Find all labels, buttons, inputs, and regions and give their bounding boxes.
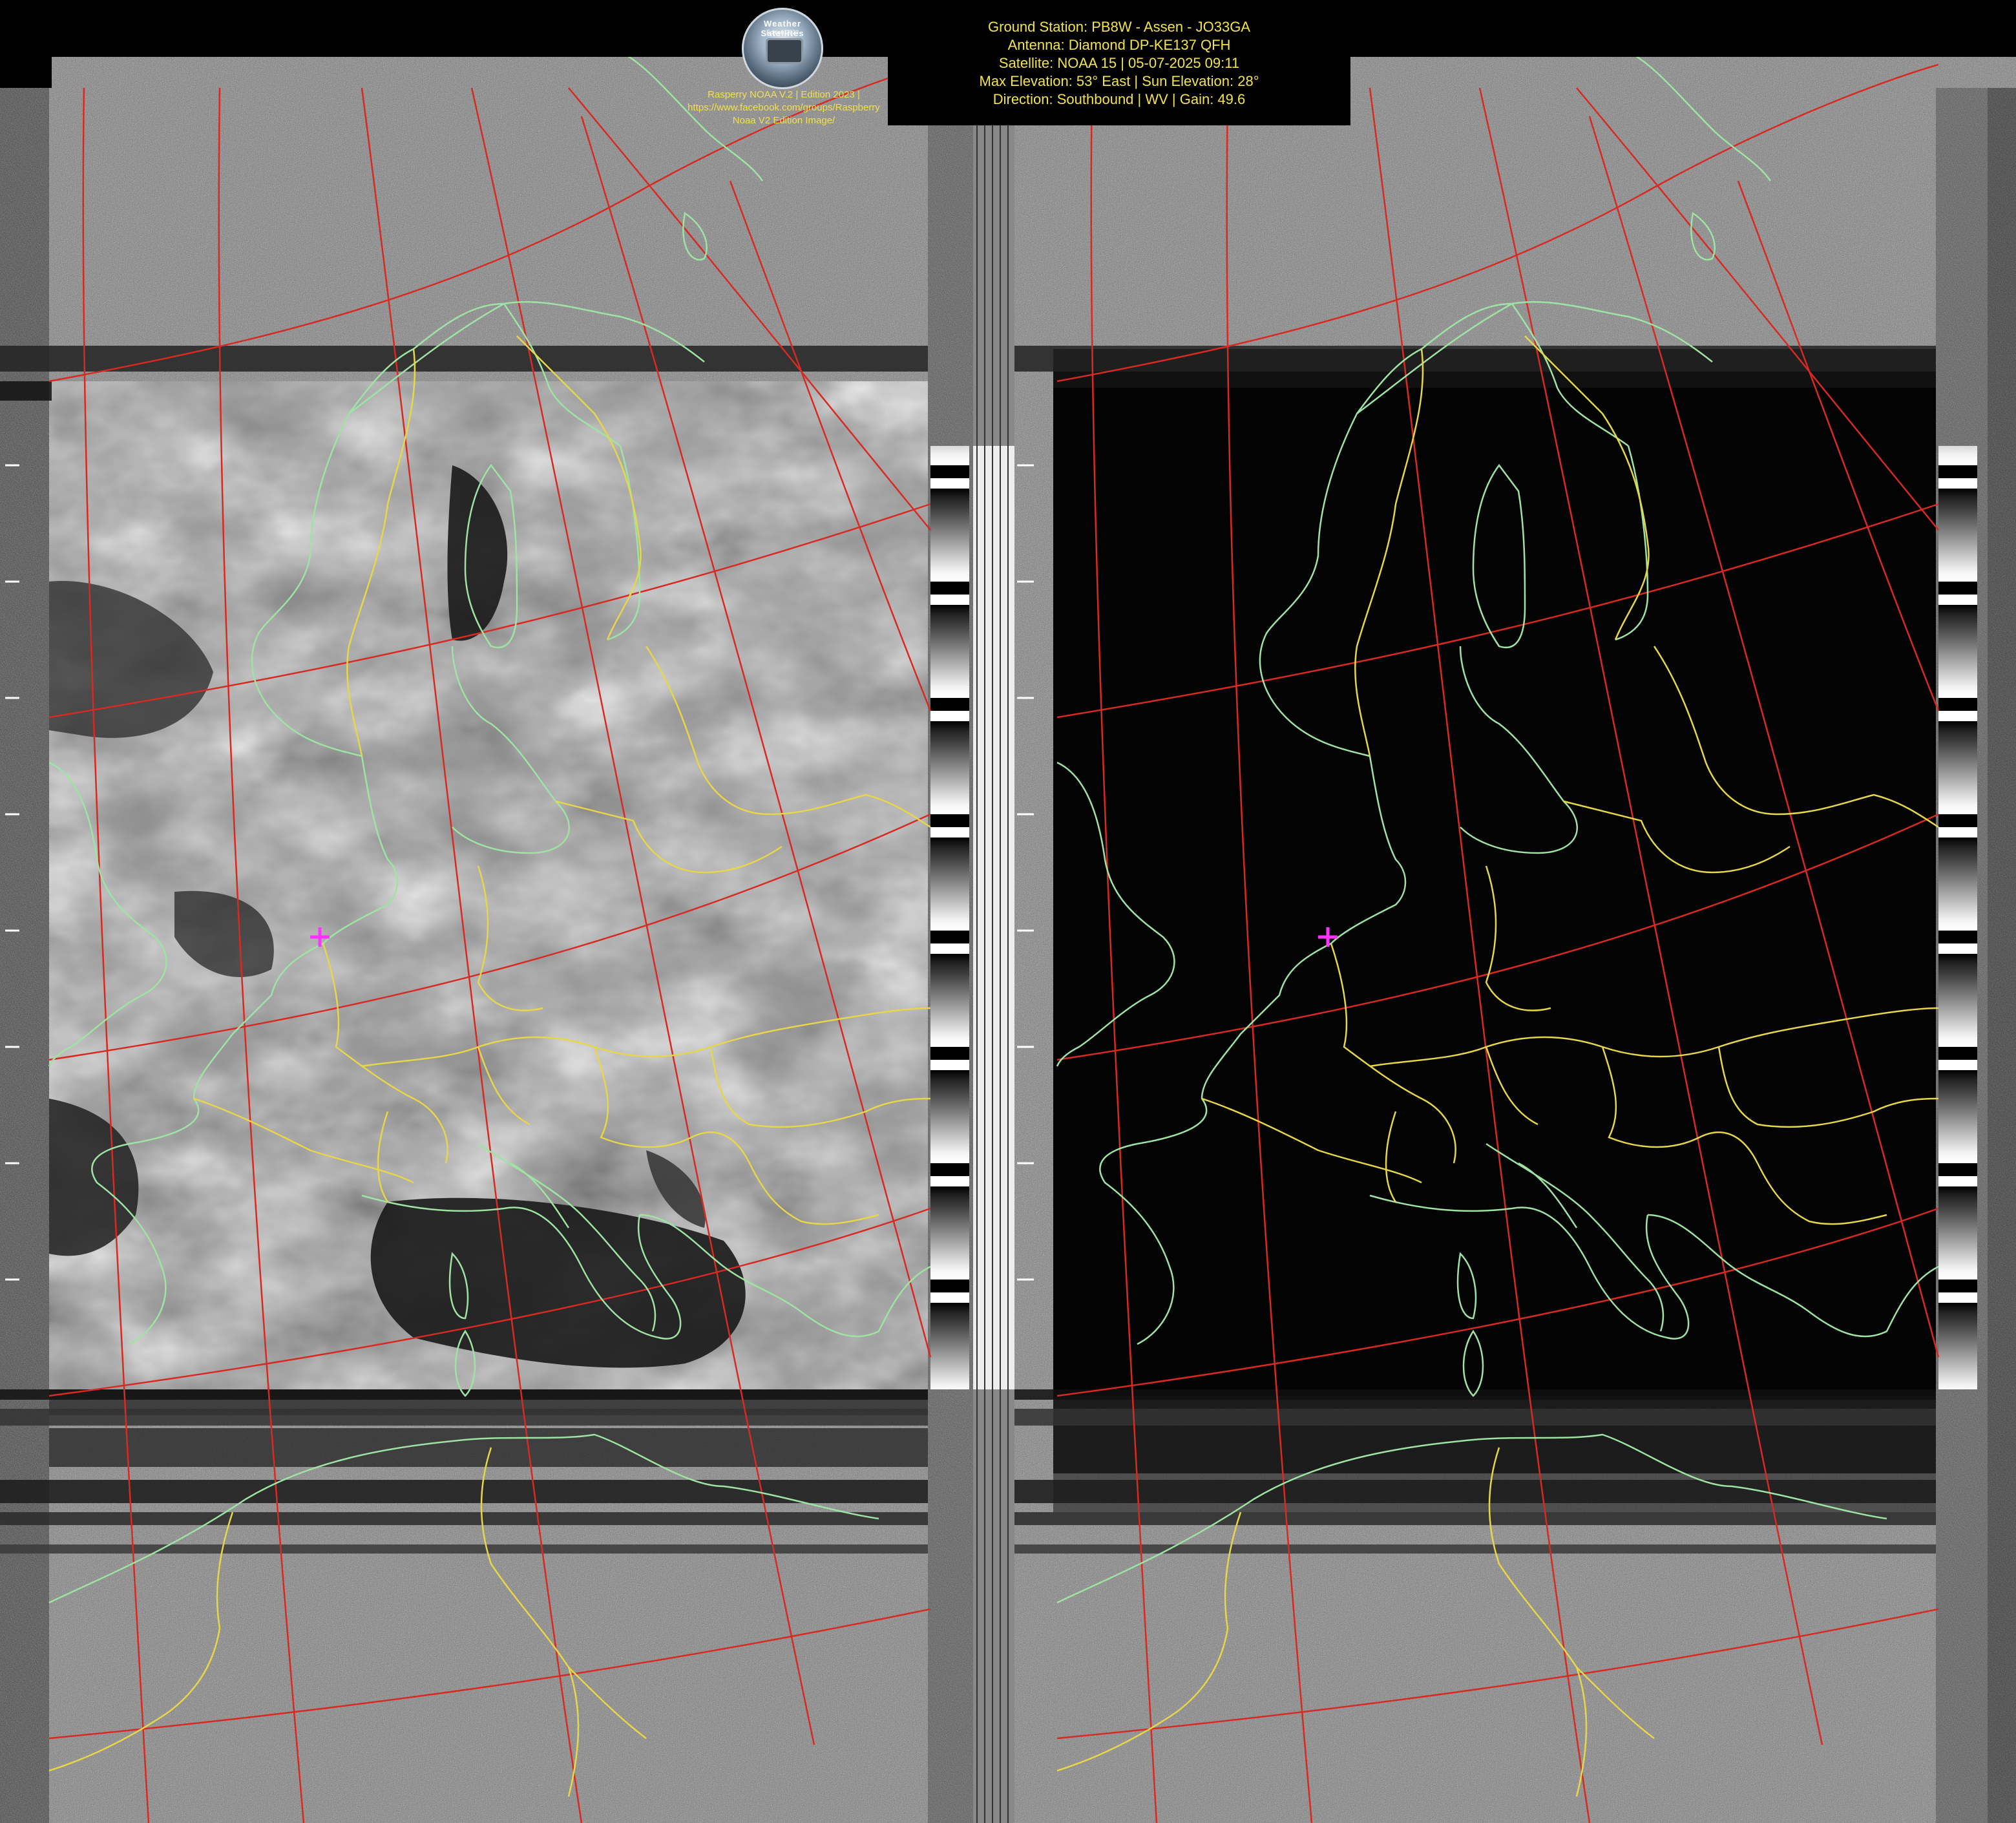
elevation-text: Max Elevation: 53° East | Sun Elevation:… xyxy=(979,73,1259,89)
branding-block: Weather Satellites Edition 2023 Rasperry… xyxy=(680,5,888,129)
noaa-apt-image xyxy=(0,0,2016,1823)
station-info-box: Ground Station: PB8W - Assen - JO33GA An… xyxy=(888,5,1350,125)
satellite-text: Satellite: NOAA 15 | 05-07-2025 09:11 xyxy=(998,55,1240,71)
left-telemetry-wedge xyxy=(930,446,969,1389)
right-telemetry-wedge xyxy=(1938,446,1977,1389)
logo-subtitle: Edition 2023 xyxy=(766,29,799,36)
branding-line-3: Noaa V2 Edition Image/ xyxy=(732,115,835,126)
branding-line-1: Rasperry NOAA V.2 | Edition 2023 | xyxy=(708,89,860,100)
antenna-text: Antenna: Diamond DP-KE137 QFH xyxy=(1007,37,1231,53)
direction-text: Direction: Southbound | WV | Gain: 49.6 xyxy=(992,91,1246,107)
satellite-dish-icon xyxy=(766,38,803,64)
branding-line-2: https://www.facebook.com/groups/Raspberr… xyxy=(688,102,880,113)
weather-satellite-logo: Weather Satellites Edition 2023 xyxy=(742,8,823,89)
satellite-image: Weather Satellites Edition 2023 Rasperry… xyxy=(0,0,2016,1823)
ground-station-text: Ground Station: PB8W - Assen - JO33GA xyxy=(988,19,1250,35)
